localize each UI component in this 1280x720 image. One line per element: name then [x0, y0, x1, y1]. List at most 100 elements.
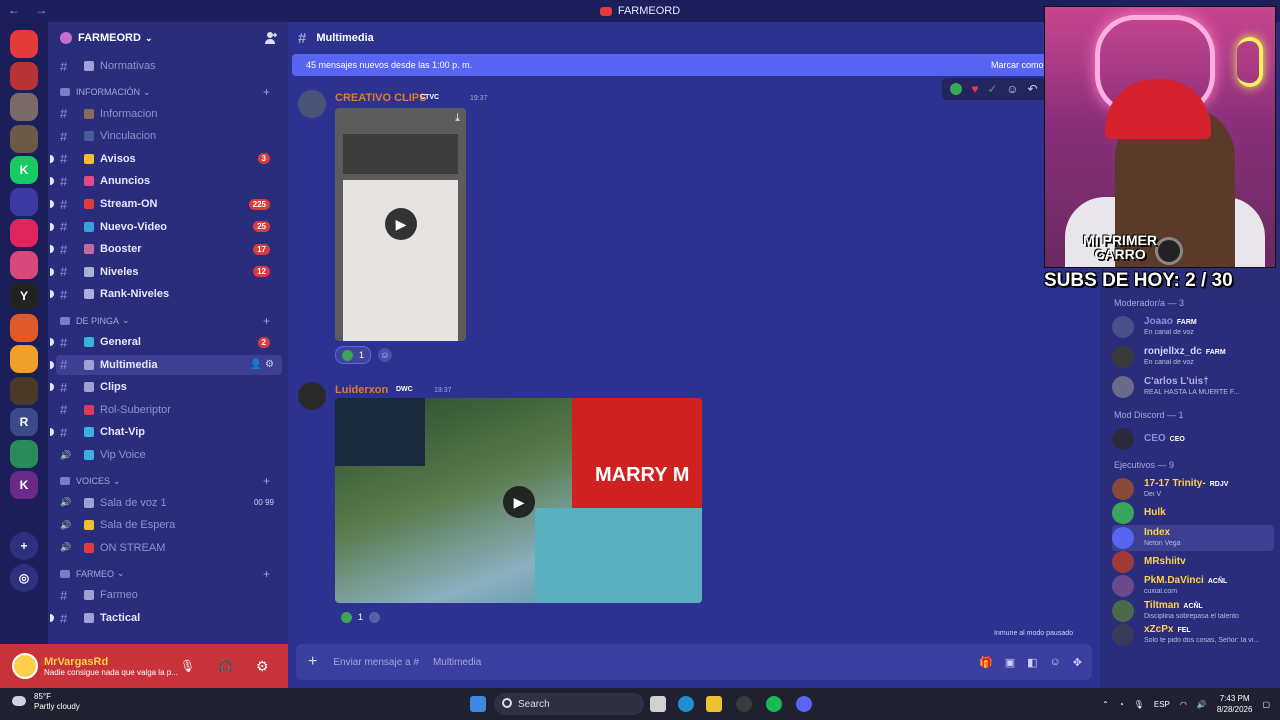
- add-channel-icon[interactable]: +: [263, 567, 270, 581]
- channel-item[interactable]: # Avisos 3: [50, 149, 282, 169]
- microphone-icon[interactable]: 🎙: [180, 659, 195, 673]
- play-icon[interactable]: ▶: [385, 208, 417, 240]
- add-user-icon[interactable]: [264, 31, 278, 45]
- member-item[interactable]: CEO CEO: [1112, 426, 1274, 452]
- member-item[interactable]: Tiltman ACÑL Disciplina sobrepasa el talen…: [1112, 598, 1274, 624]
- channel-item[interactable]: # Tactical: [50, 608, 282, 628]
- plus-icon[interactable]: +: [308, 653, 317, 671]
- add-channel-icon[interactable]: +: [263, 314, 270, 328]
- mark-read-button[interactable]: Marcar como l: [991, 60, 1048, 70]
- file-explorer-icon[interactable]: [706, 696, 722, 712]
- headphones-icon[interactable]: 🎧: [218, 659, 233, 673]
- channel-item[interactable]: 🔊 Sala de Espera: [56, 515, 282, 535]
- guild-header[interactable]: FARMEORD ⌄: [48, 22, 288, 54]
- search-input[interactable]: Search: [494, 693, 644, 715]
- gif-icon[interactable]: ▣: [1005, 656, 1015, 669]
- discord-icon[interactable]: [796, 696, 812, 712]
- member-item[interactable]: Joaao FARM En canal de voz: [1112, 314, 1274, 340]
- channel-settings-icon[interactable]: 👤 ⚙: [250, 359, 274, 370]
- member-item[interactable]: C'arlos L'uis† REAL HASTA LA MUERTE F...: [1112, 374, 1274, 400]
- weather-icon[interactable]: [12, 696, 26, 706]
- server-icon[interactable]: [10, 313, 38, 342]
- avatar[interactable]: [12, 653, 38, 679]
- channel-item[interactable]: # Anuncios: [50, 171, 282, 191]
- apps-icon[interactable]: ✥: [1073, 656, 1082, 669]
- download-icon[interactable]: ⤓: [455, 112, 460, 125]
- server-icon[interactable]: [10, 250, 38, 279]
- message-author[interactable]: CREATIVO CLIPS: [335, 92, 426, 104]
- start-icon[interactable]: [470, 696, 486, 712]
- channel-item[interactable]: # Booster 17: [50, 239, 282, 259]
- server-icon[interactable]: [10, 187, 38, 216]
- spotify-icon[interactable]: [766, 696, 782, 712]
- wifi-icon[interactable]: ◠: [1180, 700, 1187, 709]
- member-item[interactable]: MRshiitv: [1112, 549, 1274, 575]
- play-icon[interactable]: ▶: [503, 486, 535, 518]
- reaction-pill[interactable]: 1: [335, 346, 372, 364]
- server-icon[interactable]: Y: [10, 282, 38, 310]
- add-reaction-button[interactable]: ☺: [372, 346, 398, 364]
- network-icon[interactable]: ◔: [1119, 700, 1124, 709]
- channel-item[interactable]: # Informacion: [56, 104, 282, 124]
- notification-icon[interactable]: ▢: [1262, 700, 1270, 709]
- message-author[interactable]: Luiderxon: [335, 384, 388, 396]
- video-attachment[interactable]: ▶ ⤓: [335, 108, 466, 341]
- back-forward-icon[interactable]: ← →: [8, 3, 53, 17]
- channel-item[interactable]: # Stream-ON 225: [50, 194, 282, 214]
- channel-item[interactable]: 🔊 ON STREAM: [56, 538, 282, 558]
- member-item[interactable]: ronjellxz_dc FARM En canal de voz: [1112, 344, 1274, 370]
- server-icon[interactable]: [10, 93, 38, 121]
- member-item[interactable]: xZcPx FEL Solo te pido dos cosas, Señor: l…: [1112, 622, 1274, 648]
- channel-category[interactable]: VOICES ⌄ +: [60, 474, 282, 488]
- channel-item[interactable]: # Chat-Vip: [50, 422, 282, 442]
- chevron-up-icon[interactable]: ⌃: [1102, 700, 1109, 709]
- volume-icon[interactable]: 🔊: [1197, 700, 1207, 709]
- edge-icon[interactable]: [678, 696, 694, 712]
- reply-icon[interactable]: ↶: [1027, 82, 1037, 96]
- obs-icon[interactable]: [736, 696, 752, 712]
- server-icon[interactable]: K: [10, 471, 38, 499]
- channel-item[interactable]: # Normativas: [56, 56, 282, 76]
- member-item[interactable]: Index Neton Vega: [1112, 524, 1274, 551]
- channel-category[interactable]: FARMEO ⌄ +: [60, 567, 282, 581]
- gear-icon[interactable]: ⚙: [256, 658, 269, 675]
- new-messages-banner[interactable]: 45 mensajes nuevos desde las 1:00 p. m. …: [292, 54, 1048, 76]
- server-icon[interactable]: R: [10, 408, 38, 436]
- mic-tray-icon[interactable]: 🎙: [1134, 700, 1144, 709]
- check-icon[interactable]: ✓: [987, 82, 997, 96]
- add-channel-icon[interactable]: +: [263, 474, 270, 488]
- server-icon[interactable]: [10, 376, 38, 405]
- server-icon[interactable]: [10, 124, 38, 153]
- channel-item[interactable]: # Clips: [50, 377, 282, 397]
- reaction-pill[interactable]: 1: [335, 608, 386, 626]
- add-channel-icon[interactable]: +: [263, 85, 270, 99]
- task-view-icon[interactable]: [650, 696, 666, 712]
- channel-item[interactable]: 🔊 Vip Voice: [56, 445, 282, 465]
- channel-item[interactable]: # General 2: [50, 332, 282, 352]
- server-icon[interactable]: [10, 219, 38, 247]
- channel-category[interactable]: DE PINGA ⌄ +: [60, 314, 282, 328]
- channel-item[interactable]: # Rank-Niveles: [50, 284, 282, 304]
- verified-emoji-icon[interactable]: [950, 83, 963, 95]
- add-reaction-icon[interactable]: ☺: [1006, 82, 1018, 96]
- member-item[interactable]: Hulk: [1112, 500, 1274, 526]
- emoji-icon[interactable]: ☺: [1050, 656, 1061, 669]
- discover-icon[interactable]: ◎: [10, 564, 38, 592]
- channel-category[interactable]: INFORMACIÓN ⌄ +: [60, 85, 282, 99]
- channel-item[interactable]: # Nuevo-Video 25: [50, 217, 282, 237]
- video-attachment[interactable]: MARRY M ▶: [335, 398, 702, 603]
- message-composer[interactable]: + Enviar mensaje a # Multimedia 🎁 ▣ ◧ ☺ …: [296, 644, 1092, 680]
- channel-item[interactable]: # Multimedia 👤 ⚙: [50, 354, 282, 375]
- member-item[interactable]: PkM.DaVinci ACÑL cuxial.com: [1112, 573, 1274, 599]
- weather-widget[interactable]: 85°F Partly cloudy: [34, 692, 80, 712]
- channel-item[interactable]: # Niveles 12: [50, 262, 282, 282]
- sticker-icon[interactable]: ◧: [1027, 656, 1037, 669]
- avatar[interactable]: [298, 382, 326, 410]
- server-icon[interactable]: [10, 439, 38, 468]
- channel-item[interactable]: # Vinculacion: [56, 126, 282, 146]
- server-icon[interactable]: K: [10, 156, 38, 184]
- channel-item[interactable]: 🔊 Sala de voz 1 00 99: [56, 493, 282, 513]
- heart-icon[interactable]: ♥: [971, 82, 978, 96]
- avatar[interactable]: [298, 90, 326, 118]
- member-item[interactable]: 17-17 Trinity- RDJV Dei V: [1112, 476, 1274, 502]
